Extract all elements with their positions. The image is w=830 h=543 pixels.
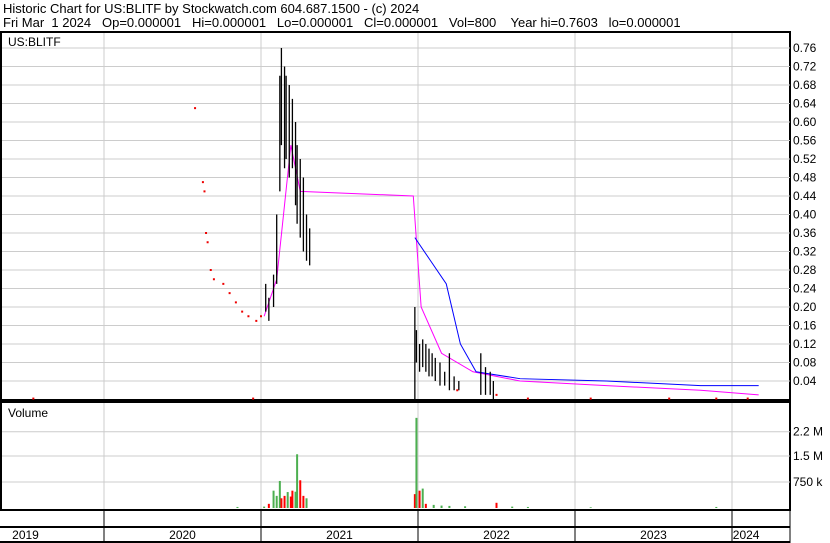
trade-dot — [206, 241, 209, 244]
volume-bar — [236, 506, 239, 508]
volume-label: Volume — [8, 406, 48, 420]
trade-dot — [668, 397, 671, 400]
volume-bar — [440, 505, 443, 508]
price-tick-label: 0.28 — [793, 263, 817, 277]
price-tick-label: 0.60 — [793, 115, 817, 129]
price-tick-label: 0.40 — [793, 208, 817, 222]
volume-bar — [464, 506, 467, 508]
volume-bar — [415, 417, 418, 508]
volume-tick-label: 2.2 M — [793, 425, 823, 439]
trade-dot — [589, 397, 592, 400]
volume-bar — [263, 506, 266, 508]
trade-dot — [32, 397, 35, 400]
price-tick-label: 0.16 — [793, 319, 817, 333]
volume-bar — [448, 505, 451, 508]
trade-dot — [252, 397, 255, 400]
price-tick-label: 0.52 — [793, 152, 817, 166]
trade-dot — [228, 292, 231, 295]
volume-bar — [296, 454, 299, 508]
trade-dot — [456, 389, 459, 392]
volume-bar — [418, 490, 421, 508]
volume-bar — [424, 503, 427, 508]
price-tick-label: 0.72 — [793, 60, 817, 74]
year-label: 2024 — [733, 528, 760, 542]
trade-dot — [205, 232, 208, 234]
trade-dot — [241, 310, 244, 313]
price-tick-label: 0.64 — [793, 97, 817, 111]
price-volume-chart: 0.04 0.08 0.12 0.16 0.20 0.24 0.28 0.32 0.36 0.40… — [0, 31, 823, 543]
volume-bar — [302, 495, 305, 508]
volume-bar — [280, 498, 283, 508]
year-label: 2022 — [483, 528, 510, 542]
year-label: 2021 — [326, 528, 353, 542]
trade-dot — [495, 393, 498, 396]
volume-bar — [291, 490, 294, 508]
price-tick-label: 0.76 — [793, 41, 817, 55]
volume-bar — [275, 495, 278, 508]
price-panel — [0, 31, 791, 401]
volume-bar — [526, 506, 529, 508]
trade-dot — [526, 397, 529, 400]
volume-bar — [715, 506, 718, 508]
volume-tick-label: 1.5 M — [793, 449, 823, 463]
trade-dot — [212, 278, 215, 281]
year-label: 2023 — [640, 528, 667, 542]
volume-bar — [283, 495, 286, 508]
volume-bar — [267, 503, 270, 508]
volume-bar — [432, 504, 435, 508]
volume-bar — [495, 502, 498, 508]
year-label: 2019 — [12, 528, 39, 542]
trade-dot — [715, 397, 718, 400]
price-tick-label: 0.04 — [793, 374, 817, 388]
trade-dot — [209, 269, 212, 271]
chart-window: Historic Chart for US:BLITF by Stockwatc… — [0, 0, 830, 543]
price-tick-label: 0.24 — [793, 282, 817, 296]
trade-dot — [255, 319, 258, 322]
volume-bar — [589, 507, 592, 508]
volume-tick-label: 750 k — [793, 475, 823, 489]
trade-dot — [203, 190, 206, 193]
trade-dot — [201, 181, 204, 184]
trade-dot — [222, 282, 225, 285]
price-tick-label: 0.36 — [793, 226, 817, 240]
volume-bar — [272, 490, 275, 508]
trade-dot — [234, 301, 237, 304]
trade-dot — [746, 397, 749, 400]
price-tick-label: 0.20 — [793, 300, 817, 314]
trade-dot — [194, 107, 197, 110]
trade-dot — [260, 315, 262, 318]
price-tick-label: 0.44 — [793, 189, 817, 203]
volume-bar — [299, 480, 302, 508]
volume-bar — [511, 506, 514, 508]
price-tick-label: 0.56 — [793, 134, 817, 148]
price-tick-label: 0.48 — [793, 171, 817, 185]
volume-bar — [286, 492, 289, 508]
price-tick-label: 0.12 — [793, 337, 817, 351]
price-tick-label: 0.32 — [793, 245, 817, 259]
year-label: 2020 — [169, 528, 196, 542]
trade-dot — [247, 315, 250, 318]
price-tick-label: 0.08 — [793, 356, 817, 370]
volume-bar — [421, 488, 424, 508]
symbol-label: US:BLITF — [8, 35, 61, 49]
price-tick-label: 0.68 — [793, 78, 817, 92]
volume-bar — [305, 498, 308, 508]
